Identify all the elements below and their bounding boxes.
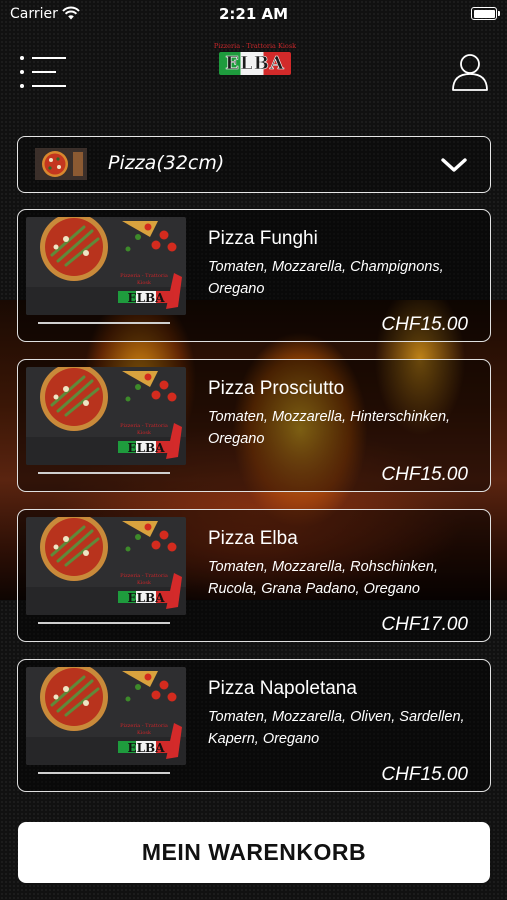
svg-text:ELBA: ELBA — [127, 741, 165, 755]
product-description: Tomaten, Mozzarella, Hinterschinken, Ore… — [208, 409, 451, 447]
product-description: Tomaten, Mozzarella, Rohschinken, Rucola… — [208, 559, 438, 597]
product-price: CHF15.00 — [381, 764, 468, 785]
product-image: ELBA Pizzeria - Trattoria Kiosk — [26, 517, 186, 615]
product-card-4[interactable]: ELBA Pizzeria - Trattoria Kiosk Pizza Na… — [17, 659, 491, 792]
category-selected-label: Pizza(32cm) — [108, 152, 225, 174]
category-dropdown[interactable]: Pizza(32cm) — [17, 136, 491, 193]
image-underline — [38, 622, 170, 624]
svg-text:Pizzeria - Trattoria: Pizzeria - Trattoria — [120, 423, 168, 429]
user-icon[interactable] — [451, 52, 489, 92]
svg-text:Pizzeria - Trattoria: Pizzeria - Trattoria — [120, 723, 168, 729]
svg-text:Pizzeria - Trattoria: Pizzeria - Trattoria — [120, 573, 168, 579]
product-name: Pizza Funghi — [208, 228, 318, 249]
svg-text:ELBA: ELBA — [127, 441, 165, 455]
logo-tagline: Pizzeria - Trattoria Kiosk — [213, 42, 297, 50]
image-underline — [38, 772, 170, 774]
product-description: Tomaten, Mozzarella, Oliven, Sardellen, … — [208, 709, 465, 747]
cart-button[interactable]: MEIN WARENKORB — [18, 822, 490, 883]
status-time: 2:21 AM — [218, 5, 289, 23]
image-underline — [38, 472, 170, 474]
product-price: CHF15.00 — [381, 464, 468, 485]
product-name: Pizza Elba — [208, 528, 298, 549]
svg-text:Kiosk: Kiosk — [137, 730, 152, 736]
logo-text: ELBA — [219, 52, 291, 75]
category-pizza-thumbnail — [35, 148, 87, 180]
product-price: CHF17.00 — [381, 614, 468, 635]
product-card-1[interactable]: ELBA Pizzeria - Trattoria Kiosk Pizza Fu… — [17, 209, 491, 342]
svg-text:Kiosk: Kiosk — [137, 430, 152, 436]
hamburger-menu-icon[interactable] — [20, 55, 66, 89]
svg-text:Kiosk: Kiosk — [137, 580, 152, 586]
product-image: ELBA Pizzeria - Trattoria Kiosk — [26, 667, 186, 765]
svg-text:ELBA: ELBA — [127, 291, 165, 305]
elba-logo: Pizzeria - Trattoria Kiosk ELBA — [210, 42, 300, 98]
product-price: CHF15.00 — [381, 314, 468, 335]
product-description: Tomaten, Mozzarella, Champignons, Oregan… — [208, 259, 444, 297]
battery-icon — [471, 7, 500, 20]
product-card-2[interactable]: ELBA Pizzeria - Trattoria Kiosk Pizza Pr… — [17, 359, 491, 492]
product-image: ELBA Pizzeria - Trattoria Kiosk — [26, 217, 186, 315]
product-image: ELBA Pizzeria - Trattoria Kiosk — [26, 367, 186, 465]
svg-text:Kiosk: Kiosk — [137, 280, 152, 286]
status-bar: Carrier 2:21 AM — [0, 0, 507, 30]
chevron-down-icon[interactable] — [440, 152, 468, 178]
image-underline — [38, 322, 170, 324]
svg-text:ELBA: ELBA — [127, 591, 165, 605]
product-card-3[interactable]: ELBA Pizzeria - Trattoria Kiosk Pizza El… — [17, 509, 491, 642]
product-name: Pizza Prosciutto — [208, 378, 345, 399]
product-name: Pizza Napoletana — [208, 678, 357, 699]
svg-text:Pizzeria - Trattoria: Pizzeria - Trattoria — [120, 273, 168, 279]
